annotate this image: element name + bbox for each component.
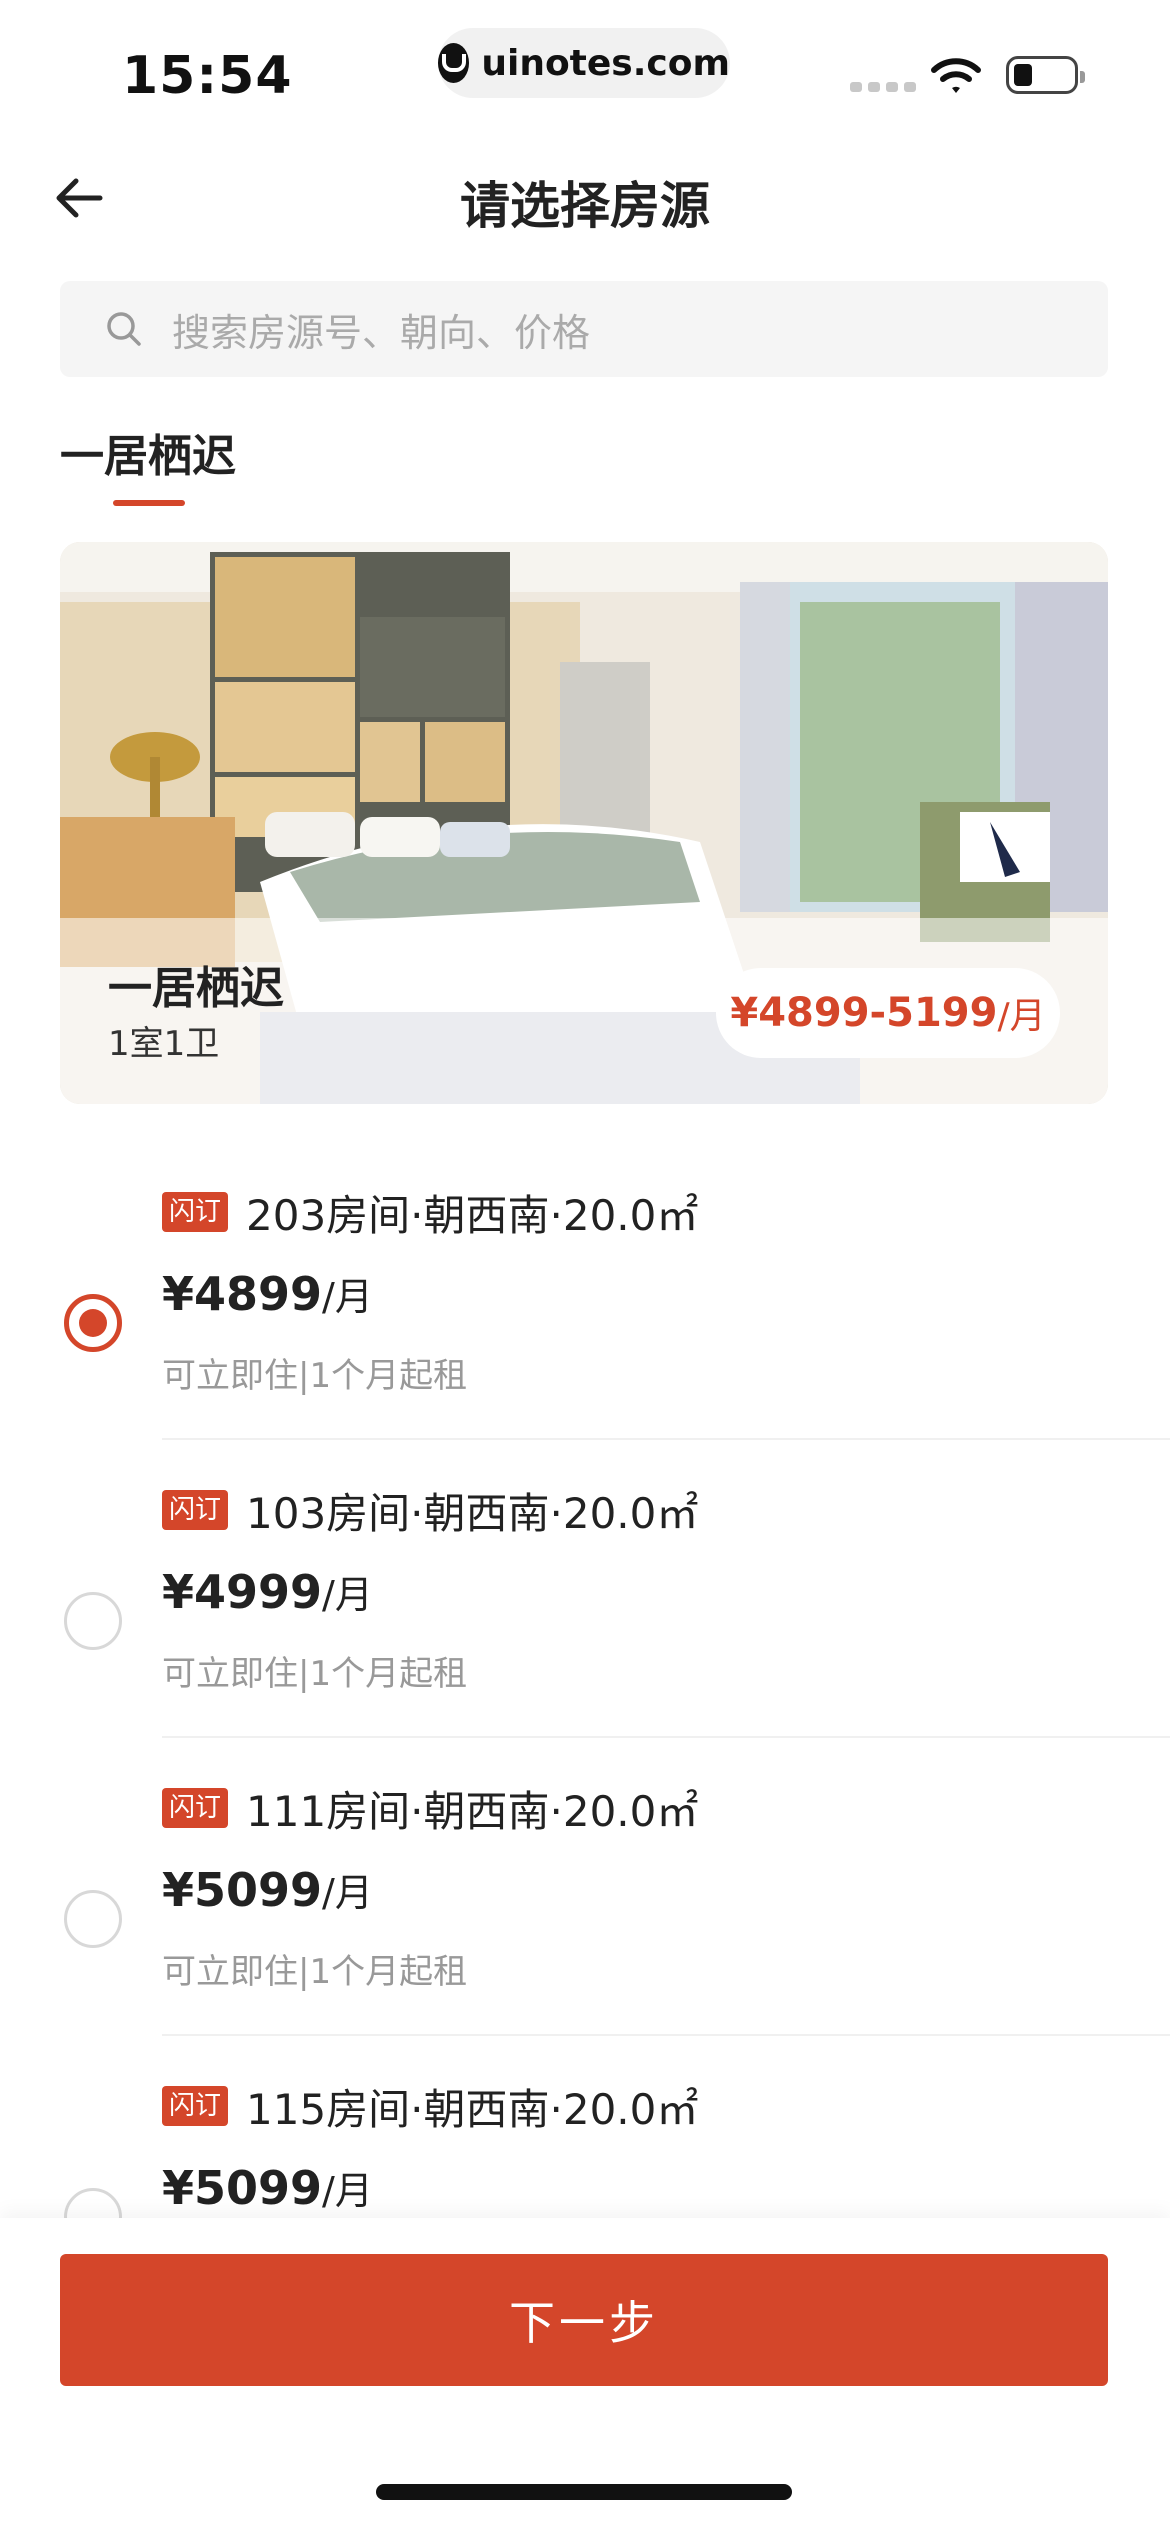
battery-icon — [1006, 56, 1085, 94]
room-title: 115房间·朝西南·20.0㎡ — [246, 2085, 699, 2134]
page-title: 请选择房源 — [460, 177, 710, 235]
price-value: ¥5099 — [162, 2161, 323, 2215]
status-bar: 15:54 uinotes.com — [0, 0, 1170, 130]
status-time: 15:54 — [122, 46, 293, 106]
nav-bar: 请选择房源 — [0, 150, 1170, 246]
home-indicator[interactable] — [376, 2484, 792, 2500]
room-price: ¥5099/月 — [162, 1862, 373, 1917]
divider — [162, 1736, 1170, 1738]
radio-button-selected[interactable] — [64, 1294, 122, 1352]
price-unit: /月 — [322, 2169, 373, 2213]
flash-booking-badge: 闪订 — [162, 1788, 228, 1828]
room-layout: 1室1卫 — [108, 1024, 220, 1064]
flash-booking-badge: 闪订 — [162, 1192, 228, 1232]
room-type-card[interactable]: 一居栖迟 1室1卫 ¥4899-5199 /月 — [60, 542, 1108, 1104]
search-placeholder: 搜索房源号、朝向、价格 — [172, 310, 591, 355]
flash-booking-badge: 闪订 — [162, 2086, 228, 2126]
tab-active-indicator — [113, 500, 185, 506]
divider — [162, 1438, 1170, 1440]
price-value: ¥4999 — [162, 1565, 323, 1619]
divider — [162, 2034, 1170, 2036]
room-title: 111房间·朝西南·20.0㎡ — [246, 1787, 699, 1836]
radio-button[interactable] — [64, 1890, 122, 1948]
search-icon — [107, 312, 141, 346]
room-price: ¥4999/月 — [162, 1564, 373, 1619]
price-range: ¥4899-5199 — [730, 990, 998, 1036]
wifi-icon — [931, 58, 981, 93]
url-pill[interactable]: uinotes.com — [438, 28, 730, 98]
price-value: ¥5099 — [162, 1863, 323, 1917]
room-item-103[interactable]: 闪订 103房间·朝西南·20.0㎡ ¥4999/月 可立即住|1个月起租 — [0, 1458, 1170, 1758]
room-title: 103房间·朝西南·20.0㎡ — [246, 1489, 699, 1538]
room-price: ¥4899/月 — [162, 1266, 373, 1321]
price-unit: /月 — [322, 1573, 373, 1617]
search-input[interactable]: 搜索房源号、朝向、价格 — [60, 281, 1108, 377]
room-tags: 可立即住|1个月起租 — [162, 1952, 468, 1992]
room-price: ¥5099/月 — [162, 2160, 373, 2215]
site-logo-icon — [438, 43, 470, 83]
tab-yijuqichi[interactable]: 一居栖迟 — [60, 420, 236, 484]
room-tags: 可立即住|1个月起租 — [162, 1356, 468, 1396]
url-text: uinotes.com — [481, 42, 730, 84]
flash-booking-badge: 闪订 — [162, 1490, 228, 1530]
room-tags: 可立即住|1个月起租 — [162, 1654, 468, 1694]
next-step-button[interactable]: 下一步 — [60, 2254, 1108, 2386]
price-range-badge: ¥4899-5199 /月 — [716, 968, 1060, 1058]
price-unit: /月 — [322, 1871, 373, 1915]
radio-button[interactable] — [64, 1592, 122, 1650]
cellular-signal-icon — [850, 82, 916, 92]
room-type-name: 一居栖迟 — [108, 963, 284, 1014]
room-item-111[interactable]: 闪订 111房间·朝西南·20.0㎡ ¥5099/月 可立即住|1个月起租 — [0, 1756, 1170, 2056]
room-title: 203房间·朝西南·20.0㎡ — [246, 1191, 699, 1240]
price-unit: /月 — [322, 1275, 373, 1319]
price-value: ¥4899 — [162, 1267, 323, 1321]
room-item-203[interactable]: 闪订 203房间·朝西南·20.0㎡ ¥4899/月 可立即住|1个月起租 — [0, 1160, 1170, 1460]
price-unit: /月 — [997, 996, 1046, 1037]
